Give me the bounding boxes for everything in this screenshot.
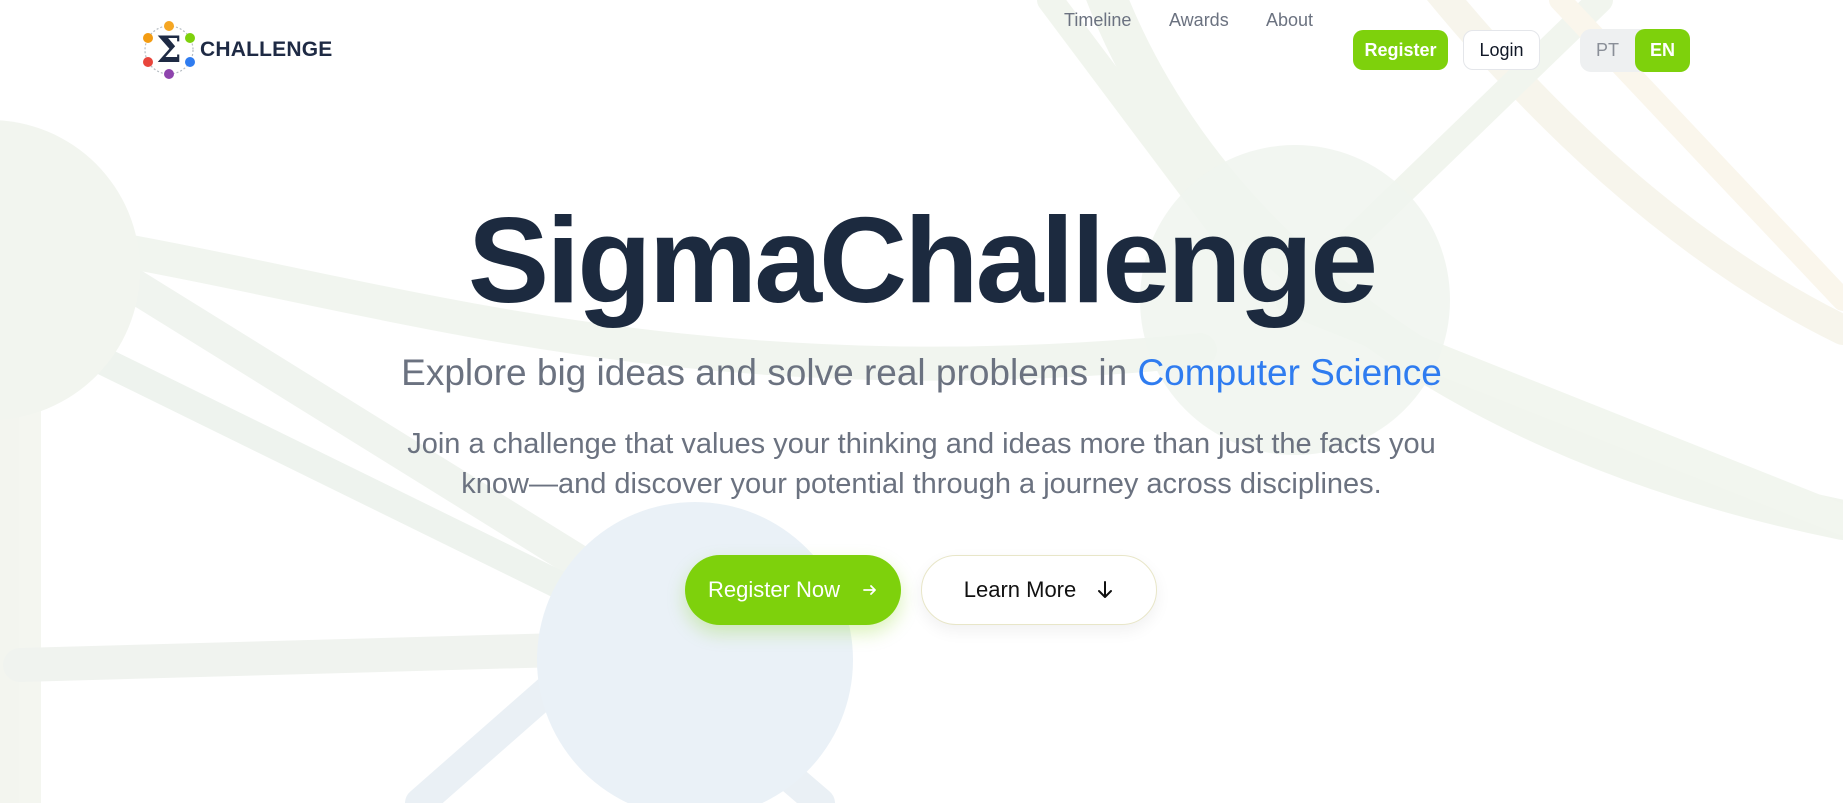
site-header: Σ CHALLENGE Timeline Awards About Regist… <box>0 0 1843 100</box>
hero-description-line-2: know—and discover your potential through… <box>461 468 1382 500</box>
svg-text:Σ: Σ <box>156 29 181 71</box>
nav-link-timeline[interactable]: Timeline <box>1064 0 1131 40</box>
language-option-en[interactable]: EN <box>1635 29 1690 72</box>
login-button[interactable]: Login <box>1463 30 1540 70</box>
logo-wordmark: CHALLENGE <box>200 38 333 61</box>
register-button[interactable]: Register <box>1353 30 1448 70</box>
hero-subtitle: Explore big ideas and solve real problem… <box>0 349 1843 397</box>
arrow-down-icon <box>1098 581 1113 598</box>
hero-subtitle-text: Explore big ideas and solve real problem… <box>401 352 1138 393</box>
language-toggle: PT EN <box>1580 29 1690 72</box>
sigma-logo-icon: Σ <box>143 21 195 79</box>
hero-subtitle-accent: Computer Science <box>1137 352 1442 393</box>
nav-link-about[interactable]: About <box>1266 0 1313 40</box>
learn-more-button[interactable]: Learn More <box>921 555 1157 625</box>
register-now-button[interactable]: Register Now <box>685 555 901 625</box>
register-now-label: Register Now <box>707 577 841 602</box>
hero-description: Join a challenge that values your thinki… <box>0 424 1843 504</box>
nav-link-awards[interactable]: Awards <box>1169 0 1229 40</box>
site-logo[interactable]: Σ CHALLENGE <box>141 19 332 81</box>
landing-page: Σ CHALLENGE Timeline Awards About Regist… <box>0 0 1843 803</box>
arrow-right-icon <box>863 585 876 595</box>
hero-description-line-1: Join a challenge that values your thinki… <box>407 428 1436 460</box>
hero-title: SigmaChallenge <box>467 192 1378 328</box>
background-network-graphic <box>0 0 1843 803</box>
language-option-pt[interactable]: PT <box>1580 29 1635 72</box>
learn-more-label: Learn More <box>963 577 1077 602</box>
